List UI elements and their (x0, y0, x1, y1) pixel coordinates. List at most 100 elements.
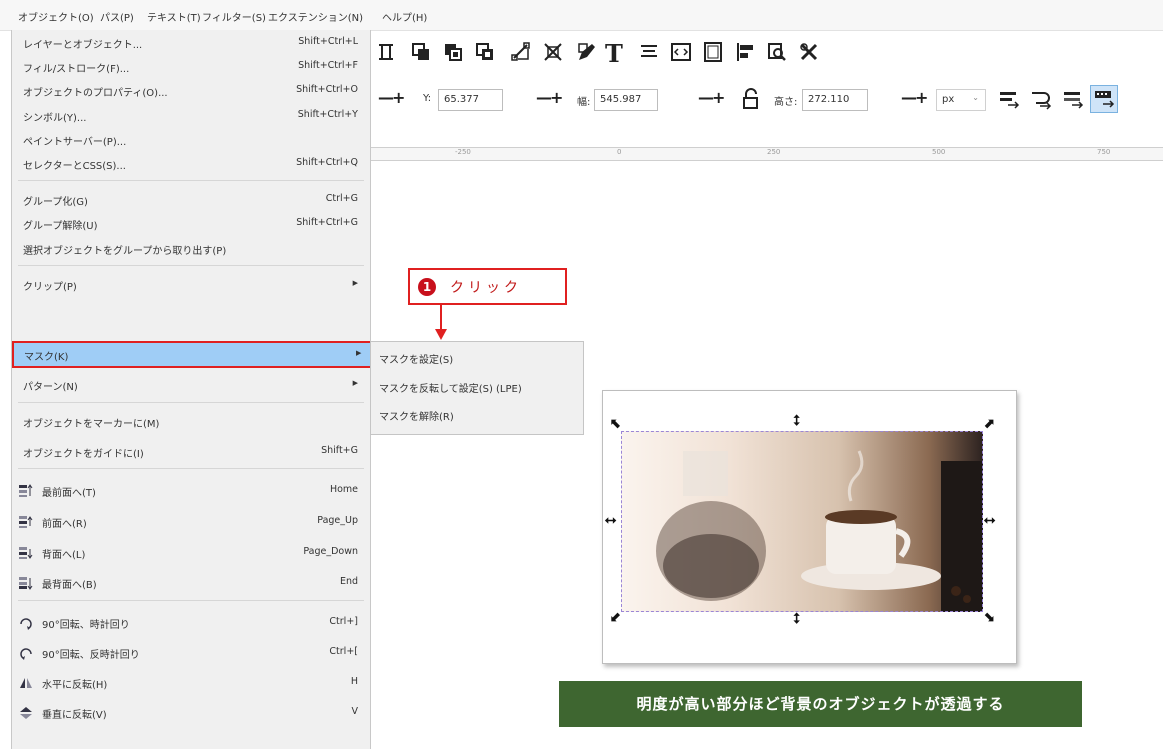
scale-handle-top-right-icon[interactable]: ⬈ (983, 417, 995, 431)
scale-handle-bottom-right-icon[interactable]: ⬊ (983, 610, 995, 624)
menu-item-label: オブジェクトをマーカーに(M) (23, 419, 160, 430)
menubar: オブジェクト(O) パス(P) テキスト(T) フィルター(S) エクステンショ… (0, 0, 1163, 31)
menu-item-lower-to-bottom[interactable]: 最背面へ(B) End (12, 570, 370, 596)
scale-handle-bottom-left-icon[interactable]: ⬋ (610, 610, 622, 624)
submenu-item-label: マスクを反転して設定(S) (LPE) (379, 384, 522, 395)
menu-item-raise-to-top[interactable]: 最前面へ(T) Home (12, 478, 370, 504)
menu-item-symbols[interactable]: シンボル(Y)... Shift+Ctrl+Y (12, 103, 370, 129)
callout-text: クリック (450, 280, 522, 296)
find-icon[interactable] (766, 41, 788, 63)
text-align-icon[interactable] (638, 41, 660, 63)
submenu-arrow-icon: ▶ (356, 349, 362, 357)
menu-help[interactable]: ヘルプ(H) (382, 9, 427, 24)
xml-editor-icon[interactable] (670, 41, 692, 63)
menu-item-shortcut: Ctrl+[ (329, 646, 358, 657)
stroke-to-path-icon[interactable] (542, 41, 564, 63)
object-to-path-icon[interactable] (510, 41, 532, 63)
menu-filters[interactable]: フィルター(S) (202, 9, 266, 24)
menu-separator (18, 468, 364, 469)
menu-item-shortcut: Shift+Ctrl+G (296, 217, 358, 228)
text-tool-icon[interactable]: T (605, 39, 623, 68)
y-input[interactable]: 65.377 (438, 89, 503, 111)
menu-item-shortcut: End (339, 576, 358, 587)
menu-item-shortcut: H (350, 676, 358, 687)
align-icon[interactable] (376, 41, 398, 63)
scale-handle-bottom-icon[interactable]: ⭥ (793, 612, 801, 626)
horizontal-ruler[interactable]: -250 0 250 500 750 (369, 147, 1163, 161)
align-distribute-icon[interactable] (734, 41, 756, 63)
menu-separator (18, 402, 364, 403)
scale-gradients-icon[interactable] (1062, 88, 1084, 110)
menu-item-label: オブジェクトのプロパティ(O)... (23, 88, 168, 99)
menu-item-clip[interactable]: クリップ(P) ▶ (12, 272, 370, 298)
submenu-item-set-inverse-mask[interactable]: マスクを反転して設定(S) (LPE) (371, 373, 583, 399)
menu-item-pattern[interactable]: パターン(N) ▶ (12, 372, 370, 398)
submenu-item-set-mask[interactable]: マスクを設定(S) (371, 344, 583, 370)
menu-item-shortcut: Ctrl+G (325, 193, 358, 204)
menu-item-shortcut: Page_Down (303, 546, 358, 557)
lock-icon[interactable] (740, 88, 762, 110)
submenu-item-release-mask[interactable]: マスクを解除(R) (371, 401, 583, 427)
clone-icon[interactable] (442, 41, 464, 63)
menu-item-label: ペイントサーバー(P)... (23, 137, 127, 148)
menu-item-layers-objects[interactable]: レイヤーとオブジェクト... Shift+Ctrl+L (12, 30, 370, 56)
fill-stroke-icon[interactable] (576, 41, 598, 63)
menu-item-fill-stroke[interactable]: フィル/ストローク(F)... Shift+Ctrl+F (12, 54, 370, 80)
menu-item-flip-vertical[interactable]: 垂直に反転(V) V (12, 700, 370, 726)
document-properties-icon[interactable] (702, 41, 724, 63)
menu-item-label: 90°回転、反時計回り (42, 650, 140, 661)
scale-patterns-button[interactable] (1090, 85, 1118, 113)
scale-handle-right-icon[interactable]: ⭤ (984, 513, 995, 527)
x-stepper-icon[interactable]: —+ (378, 88, 405, 107)
preferences-icon[interactable] (798, 41, 820, 63)
scale-stroke-icon[interactable] (998, 88, 1020, 110)
y-stepper-icon[interactable]: —+ (536, 88, 563, 107)
mask-submenu: マスクを設定(S) マスクを反転して設定(S) (LPE) マスクを解除(R) (370, 341, 584, 435)
ruler-label: -250 (455, 148, 471, 156)
menu-item-group[interactable]: グループ化(G) Ctrl+G (12, 187, 370, 213)
width-input[interactable]: 545.987 (594, 89, 658, 111)
menu-extensions[interactable]: エクステンション(N) (268, 9, 363, 24)
menu-path[interactable]: パス(P) (100, 9, 134, 24)
menu-item-objects-to-marker[interactable]: オブジェクトをマーカーに(M) (12, 409, 370, 435)
height-stepper-icon[interactable]: —+ (901, 88, 928, 107)
width-label: 幅: (577, 97, 591, 108)
menu-item-flip-horizontal[interactable]: 水平に反転(H) H (12, 670, 370, 696)
menu-item-label: グループ化(G) (23, 197, 88, 208)
menu-item-rotate-ccw[interactable]: 90°回転、反時計回り Ctrl+[ (12, 640, 370, 666)
ruler-label: 250 (767, 148, 781, 156)
scale-handle-top-icon[interactable]: ⭥ (793, 414, 801, 428)
unlink-clone-icon[interactable] (474, 41, 496, 63)
height-input[interactable]: 272.110 (802, 89, 868, 111)
menu-item-label: 前面へ(R) (42, 519, 87, 530)
chevron-down-icon: ⌄ (972, 93, 979, 102)
scale-handle-left-icon[interactable]: ⭤ (605, 513, 616, 527)
raise-to-top-icon (19, 484, 33, 497)
menu-item-ungroup[interactable]: グループ解除(U) Shift+Ctrl+G (12, 211, 370, 237)
rotate-ccw-icon (20, 648, 32, 660)
menu-item-paint-servers[interactable]: ペイントサーバー(P)... (12, 127, 370, 153)
menu-item-lower[interactable]: 背面へ(L) Page_Down (12, 540, 370, 566)
menu-item-pop-selection[interactable]: 選択オブジェクトをグループから取り出す(P) (12, 236, 370, 262)
flip-vertical-icon (20, 707, 32, 719)
caption-banner: 明度が高い部分ほど背景のオブジェクトが透過する (559, 681, 1082, 727)
duplicate-icon[interactable] (410, 41, 432, 63)
height-label: 高さ: (774, 97, 798, 108)
menu-item-shortcut: Shift+Ctrl+O (296, 84, 358, 95)
menu-item-label: 垂直に反転(V) (42, 710, 107, 721)
scale-corners-icon[interactable] (1030, 88, 1052, 110)
menu-object[interactable]: オブジェクト(O) (18, 9, 94, 24)
menu-item-objects-to-guides[interactable]: オブジェクトをガイドに(I) Shift+G (12, 439, 370, 465)
menu-item-object-properties[interactable]: オブジェクトのプロパティ(O)... Shift+Ctrl+O (12, 78, 370, 104)
menu-text[interactable]: テキスト(T) (147, 9, 201, 24)
menu-item-raise[interactable]: 前面へ(R) Page_Up (12, 509, 370, 535)
y-label: Y: (423, 93, 432, 104)
menu-item-shortcut: Page_Up (317, 515, 358, 526)
menu-item-shortcut: Shift+G (321, 445, 358, 456)
object-menu-dropdown: レイヤーとオブジェクト... Shift+Ctrl+L フィル/ストローク(F).… (11, 30, 582, 749)
width-stepper-icon[interactable]: —+ (698, 88, 725, 107)
scale-handle-top-left-icon[interactable]: ⬉ (610, 417, 622, 431)
menu-item-selectors-css[interactable]: セレクターとCSS(S)... Shift+Ctrl+Q (12, 151, 370, 177)
unit-select[interactable]: px ⌄ (936, 89, 986, 111)
menu-item-rotate-cw[interactable]: 90°回転、時計回り Ctrl+] (12, 610, 370, 636)
